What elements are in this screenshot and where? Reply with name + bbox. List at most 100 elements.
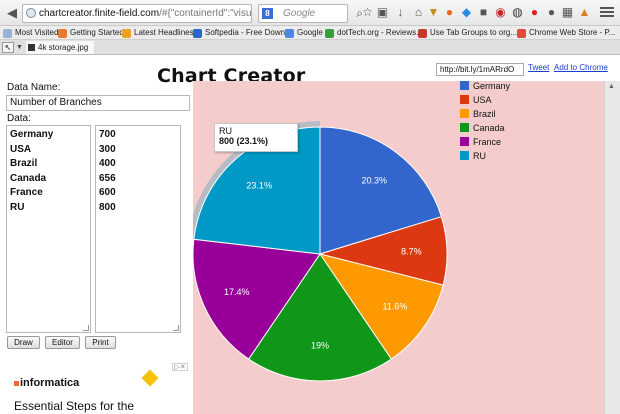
bookmark-item[interactable]: Softpedia - Free Downl... — [193, 27, 293, 39]
pie-slice-label: 17.4% — [224, 287, 250, 297]
home-icon[interactable]: ⌂ — [411, 5, 426, 20]
url-bar[interactable]: chartcreator.finite-field.com/#{"contain… — [22, 4, 252, 23]
chat-icon[interactable]: ◆ — [459, 5, 474, 20]
bookmark-favicon-icon — [418, 29, 427, 38]
legend-swatch — [460, 95, 469, 104]
resize-grip-icon[interactable] — [83, 325, 89, 331]
legend-entry[interactable]: RU — [460, 151, 510, 165]
chart-tooltip: RU 800 (23.1%) — [214, 123, 298, 152]
bookmark-item[interactable]: Getting Started — [58, 27, 124, 39]
tooltip-label: RU — [219, 126, 232, 136]
back-arrow-icon[interactable]: ◀ — [3, 4, 21, 22]
page-content: Chart Creator http://bit.ly/1mARrdO Twee… — [0, 55, 620, 414]
pie-slice-label: 19% — [311, 340, 329, 350]
chart-legend: Germany USA Brazil Canada France RU — [460, 81, 510, 165]
data-label: Data: — [7, 113, 31, 124]
addon-icon[interactable]: ■ — [476, 5, 491, 20]
ad-diamond-icon — [141, 369, 159, 387]
add-to-chrome-link[interactable]: Add to Chrome — [554, 63, 608, 72]
bookmark-favicon-icon — [3, 29, 12, 38]
addon-black-icon[interactable]: ● — [544, 5, 559, 20]
bookmark-label: Use Tab Groups to org... — [430, 28, 518, 37]
advertisement[interactable]: ▷✕ informatica Essential Steps for the — [0, 361, 192, 414]
globe-icon — [26, 8, 36, 18]
legend-swatch — [460, 81, 469, 90]
search-placeholder: Google — [283, 8, 316, 19]
bookmark-favicon-icon — [122, 29, 131, 38]
dropdown-arrow-icon[interactable]: ▼ — [16, 44, 23, 51]
scroll-up-icon[interactable]: ▲ — [608, 83, 615, 90]
cursor-icon[interactable]: ↖ — [2, 42, 14, 53]
categories-text: Germany USA Brazil Canada France RU — [10, 129, 54, 213]
chart-area[interactable]: 20.3% 8.7% 11.6% 19% 17.4% 23.1% Germany USA Br… — [193, 81, 604, 414]
vertical-scrollbar[interactable]: ▲ — [604, 81, 620, 414]
bookmark-favicon-icon — [285, 29, 294, 38]
bookmark-favicon-icon — [58, 29, 67, 38]
addon-dark-icon[interactable]: ◍ — [510, 5, 525, 20]
bookmark-label: Softpedia - Free Downl... — [205, 28, 294, 37]
ad-brand-logo: informatica — [14, 377, 79, 389]
pie-slice-label: 23.1% — [246, 181, 272, 191]
legend-entry[interactable]: USA — [460, 95, 510, 109]
bookmark-item[interactable]: Latest Headlines — [122, 27, 194, 39]
addon-flag-icon[interactable]: ● — [527, 5, 542, 20]
tab-strip: ↖ ▼ 4k storage.jpg — [0, 40, 620, 55]
bookmark-label: dotTech.org - Reviews... — [337, 28, 423, 37]
legend-entry[interactable]: Brazil — [460, 109, 510, 123]
tab-4k-storage[interactable]: 4k storage.jpg — [26, 41, 95, 54]
bookmark-item[interactable]: dotTech.org - Reviews... — [325, 27, 423, 39]
bookmark-item[interactable]: Google — [285, 27, 323, 39]
short-url-field[interactable]: http://bit.ly/1mARrdO — [436, 63, 524, 76]
url-path: /#{"containerId":"visualiza — [159, 8, 252, 19]
pie-slice-label: 8.7% — [401, 247, 422, 257]
bookmark-item[interactable]: Chrome Web Store - P... — [517, 27, 615, 39]
legend-entry[interactable]: Canada — [460, 123, 510, 137]
resize-grip-icon[interactable] — [173, 325, 179, 331]
data-name-input[interactable]: Number of Branches — [6, 95, 190, 111]
bookmark-favicon-icon — [193, 29, 202, 38]
download-icon[interactable]: ↓ — [393, 5, 408, 20]
bookmark-favicon-icon — [325, 29, 334, 38]
bookmark-item[interactable]: Use Tab Groups to org... — [418, 27, 517, 39]
tab-favicon-icon — [28, 44, 35, 51]
editor-button[interactable]: Editor — [45, 336, 80, 349]
pie-slice-label: 11.6% — [382, 301, 407, 311]
hamburger-menu-icon[interactable] — [600, 5, 614, 19]
bookmark-label: Chrome Web Store - P... — [529, 28, 616, 37]
bookmark-label: Latest Headlines — [134, 28, 194, 37]
tooltip-value: 800 (23.1%) — [219, 136, 269, 146]
addon-red-icon[interactable]: ◉ — [493, 5, 508, 20]
bookmark-favicon-icon — [517, 29, 526, 38]
star-icon[interactable]: ☆ — [360, 5, 375, 20]
bookmark-label: Getting Started — [70, 28, 124, 37]
tweet-link[interactable]: Tweet — [528, 63, 549, 72]
tab-title: 4k storage.jpg — [38, 43, 89, 52]
ad-brand-text: informatica — [20, 377, 80, 389]
draw-button[interactable]: Draw — [7, 336, 40, 349]
legend-swatch — [460, 109, 469, 118]
ad-choices-icon[interactable]: ▷✕ — [172, 363, 188, 371]
addon-orange-icon[interactable]: ▲ — [577, 5, 592, 20]
legend-swatch — [460, 151, 469, 160]
extension-v-icon[interactable]: ▼ — [426, 5, 441, 20]
legend-label: RU — [473, 151, 486, 161]
bookmark-item[interactable]: Most Visited — [3, 27, 58, 39]
url-host: chartcreator.finite-field.com — [39, 8, 160, 19]
legend-label: France — [473, 137, 502, 147]
values-textarea[interactable]: 700 300 400 656 600 800 — [95, 125, 181, 333]
print-button[interactable]: Print — [85, 336, 116, 349]
legend-label: Canada — [473, 123, 505, 133]
reader-icon[interactable]: ▣ — [375, 5, 390, 20]
browser-toolbar: ◀ chartcreator.finite-field.com/#{"conta… — [0, 0, 620, 26]
categories-textarea[interactable]: Germany USA Brazil Canada France RU — [6, 125, 91, 333]
bookmark-label: Most Visited — [15, 28, 59, 37]
firefox-icon[interactable]: ● — [442, 5, 457, 20]
legend-label: Brazil — [473, 109, 496, 119]
bookmarks-bar: Most Visited Getting Started Latest Head… — [0, 26, 620, 40]
search-input[interactable]: 8 Google ⌕ — [258, 4, 363, 23]
legend-entry[interactable]: France — [460, 137, 510, 151]
addon-square-icon[interactable]: ▦ — [560, 5, 575, 20]
legend-entry[interactable]: Germany — [460, 81, 510, 95]
legend-swatch — [460, 123, 469, 132]
pie-slice-label: 20.3% — [362, 176, 388, 186]
